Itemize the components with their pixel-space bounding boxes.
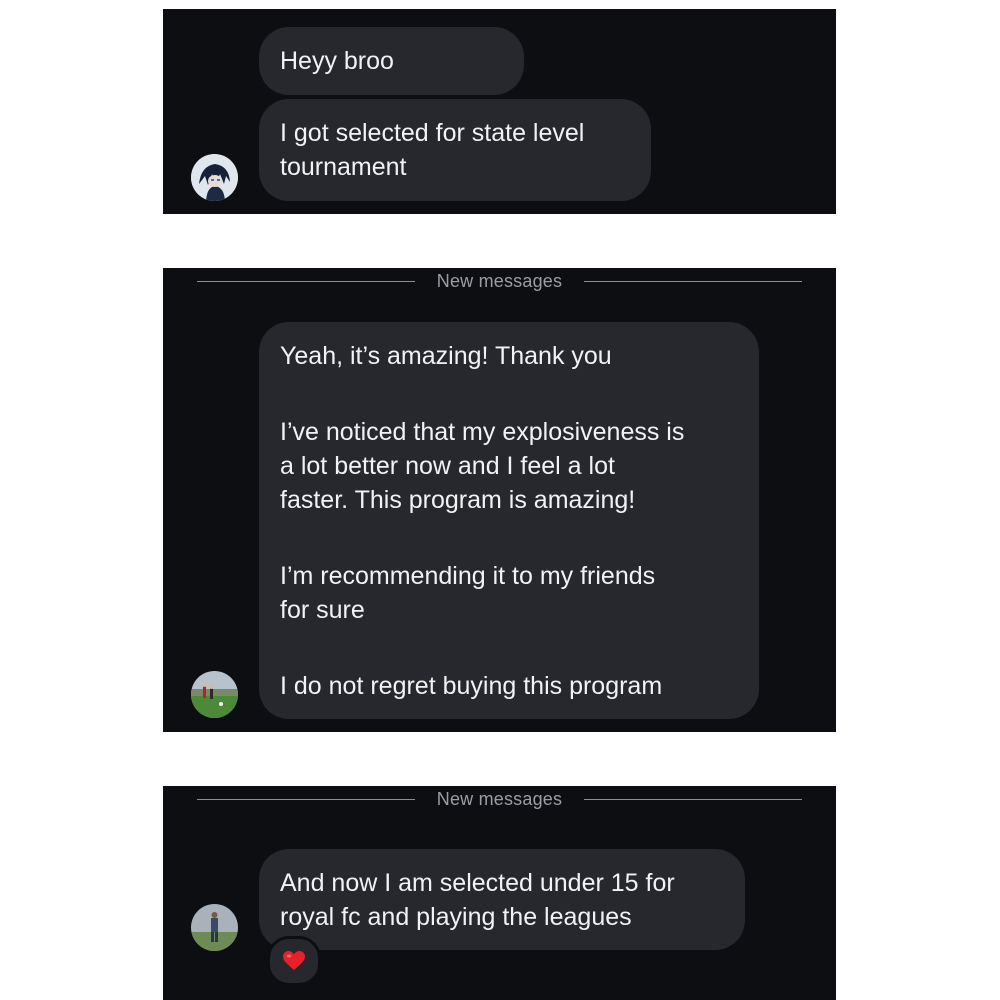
- message-paragraph: I do not regret buying this program: [280, 672, 663, 700]
- new-messages-divider: New messages: [197, 268, 802, 296]
- message-bubble[interactable]: And now I am selected under 15 for royal…: [259, 849, 745, 950]
- message-text-line: royal fc and playing the leagues: [280, 903, 632, 931]
- contact-avatar[interactable]: [191, 671, 238, 718]
- football-field-avatar-icon: [191, 671, 238, 718]
- message-text: Heyy broo: [280, 47, 394, 75]
- message-bubble[interactable]: I got selected for state level tournamen…: [259, 99, 651, 201]
- chat-panel-1: Heyy broo I got selected for state level…: [163, 9, 836, 214]
- message-text-line: And now I am selected under 15 for: [280, 869, 675, 897]
- anime-character-avatar-icon: [191, 154, 238, 201]
- message-reaction[interactable]: [267, 936, 321, 986]
- message-text-line: for sure: [280, 596, 365, 624]
- message-paragraph: Yeah, it’s amazing! Thank you: [280, 342, 612, 370]
- new-messages-divider: New messages: [197, 786, 802, 814]
- message-text-line: faster. This program is amazing!: [280, 486, 636, 514]
- message-text-line: I’ve noticed that my explosiveness is: [280, 418, 685, 446]
- contact-avatar[interactable]: [191, 904, 238, 951]
- message-text-line: I got selected for state level: [280, 119, 585, 147]
- message-text-line: I’m recommending it to my friends: [280, 562, 656, 590]
- heart-reaction-icon: [283, 951, 305, 970]
- divider-line: [584, 799, 802, 800]
- divider-line: [584, 281, 802, 282]
- message-bubble[interactable]: Yeah, it’s amazing! Thank you I’ve notic…: [259, 322, 759, 719]
- chat-panel-2: New messages Yeah, it’s amazing! Thank y…: [163, 268, 836, 732]
- chat-panel-3: New messages And now I am selected under…: [163, 786, 836, 1000]
- player-on-field-avatar-icon: [191, 904, 238, 951]
- message-text-line: a lot better now and I feel a lot: [280, 452, 615, 480]
- message-text-line: tournament: [280, 153, 407, 181]
- contact-avatar[interactable]: [191, 154, 238, 201]
- message-bubble[interactable]: Heyy broo: [259, 27, 524, 95]
